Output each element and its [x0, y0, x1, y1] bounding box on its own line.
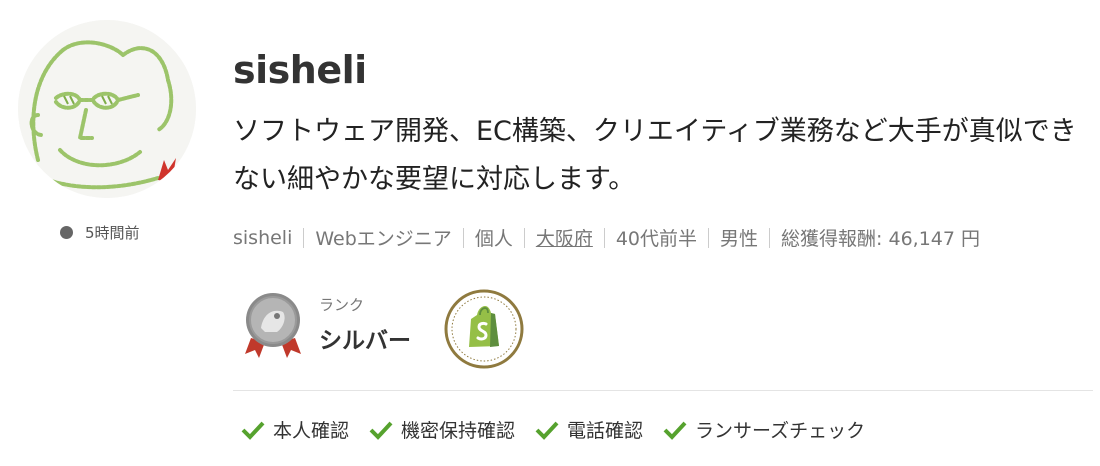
rank-value: シルバー: [319, 327, 411, 354]
rank-label: ランク: [319, 295, 365, 314]
meta-occupation: Webエンジニア: [315, 228, 452, 250]
shopify-icon: [444, 289, 524, 369]
check-icon: [241, 421, 265, 440]
rank-section[interactable]: ランク シルバー: [243, 288, 411, 360]
check-icon: [535, 421, 559, 440]
avatar[interactable]: [18, 20, 196, 198]
meta-separator: [603, 227, 605, 248]
verification-label: ランサーズチェック: [695, 420, 866, 442]
last-seen-text: 5時間前: [85, 224, 140, 242]
meta-gender: 男性: [720, 228, 759, 250]
verification-label: 電話確認: [567, 420, 644, 442]
rank-text: ランク シルバー: [319, 294, 411, 355]
verification-list: 本人確認 機密保持確認 電話確認 ランサーズチェック: [241, 416, 885, 443]
meta-separator: [303, 227, 305, 248]
status-dot-icon: [60, 226, 73, 239]
username[interactable]: sisheli: [233, 48, 367, 92]
silver-medal-icon: [243, 288, 303, 360]
meta-separator: [523, 227, 525, 248]
meta-separator: [462, 227, 464, 248]
verification-phone: 電話確認: [535, 416, 643, 443]
divider: [233, 390, 1093, 391]
check-icon: [663, 421, 687, 440]
last-seen-status: 5時間前: [60, 222, 140, 243]
meta-separator: [769, 227, 771, 248]
meta-separator: [708, 227, 710, 248]
meta-type: 個人: [474, 228, 513, 250]
verification-label: 機密保持確認: [401, 420, 516, 442]
verification-label: 本人確認: [273, 420, 350, 442]
meta-name: sisheli: [233, 226, 293, 249]
check-icon: [369, 421, 393, 440]
verification-lancers-check: ランサーズチェック: [663, 416, 865, 443]
meta-location-link[interactable]: 大阪府: [536, 224, 593, 251]
caricature-face-avatar-icon: [18, 20, 196, 198]
verification-identity: 本人確認: [241, 416, 349, 443]
meta-earnings: 総獲得報酬: 46,147 円: [781, 228, 981, 250]
profile-meta: sisheli Webエンジニア 個人 大阪府 40代前半 男性 総獲得報酬: …: [233, 224, 980, 251]
meta-age: 40代前半: [615, 228, 698, 250]
shopify-badge[interactable]: [444, 289, 524, 369]
verification-nda: 機密保持確認: [369, 416, 515, 443]
profile-bio: ソフトウェア開発、EC構築、クリエイティブ業務など大手が真似できない細やかな要望…: [233, 116, 1077, 195]
